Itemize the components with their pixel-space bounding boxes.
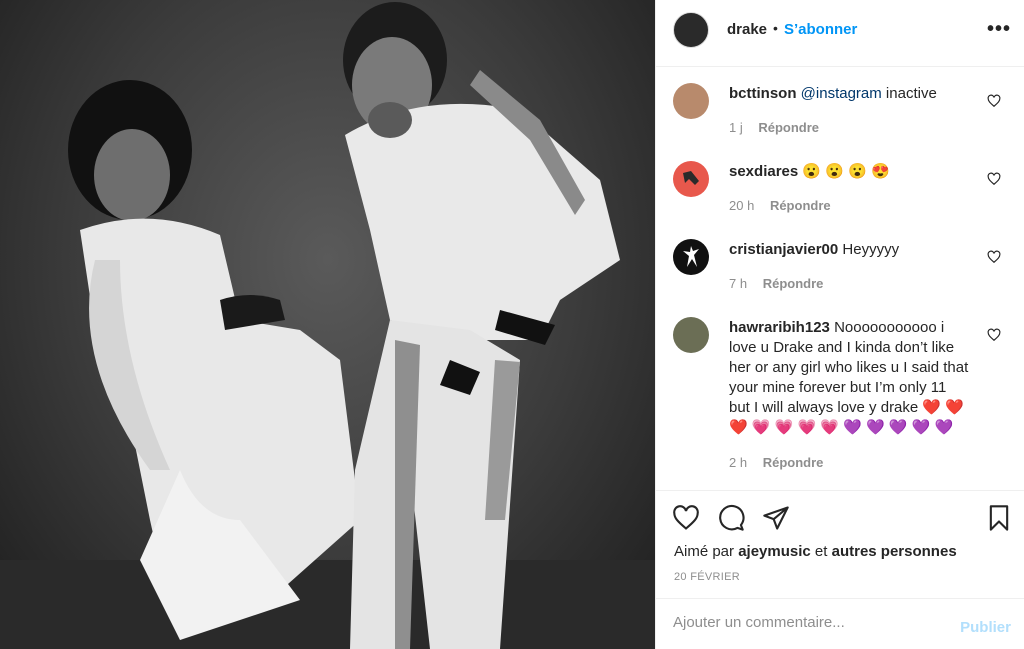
- author-avatar[interactable]: [673, 12, 709, 48]
- comment-body: hawraribih123 Nooooooooooo i love u Drak…: [729, 318, 969, 438]
- comment-meta: 2 h Répondre: [729, 455, 823, 470]
- comment-item: hawraribih123 Nooooooooooo i love u Drak…: [656, 302, 1024, 490]
- comment-text: inactive: [881, 85, 937, 102]
- comment-body: cristianjavier00 Heyyyyy: [729, 240, 969, 260]
- commenter-avatar[interactable]: [673, 161, 709, 197]
- reply-button[interactable]: Répondre: [763, 276, 824, 291]
- header-separator: •: [773, 20, 778, 36]
- commenter-avatar[interactable]: [673, 83, 709, 119]
- liked-by-others[interactable]: autres personnes: [832, 543, 957, 560]
- comment-item: sexdiares 😮 😮 😮 😍 20 h Répondre: [656, 146, 1024, 224]
- like-heart-icon[interactable]: [672, 504, 700, 532]
- add-comment-bar: Publier: [656, 598, 1024, 649]
- post-date[interactable]: 20 FÉVRIER: [674, 571, 740, 583]
- post-photo[interactable]: [0, 0, 655, 649]
- comment-item: cristianjavier00 Heyyyyy 7 h Répondre: [656, 224, 1024, 302]
- comment-meta: 1 j Répondre: [729, 120, 819, 135]
- share-paper-plane-icon[interactable]: [762, 504, 790, 532]
- comment-meta: 7 h Répondre: [729, 276, 823, 291]
- comment-time: 20 h: [729, 198, 755, 213]
- liked-by-connector: et: [810, 543, 832, 560]
- comment-body: sexdiares 😮 😮 😮 😍: [729, 162, 969, 182]
- liked-by-prefix: Aimé par: [674, 543, 739, 560]
- commenter-username[interactable]: sexdiares: [729, 163, 798, 180]
- comments-list[interactable]: bcttinson @instagram inactive 1 j Répond…: [656, 68, 1024, 490]
- commenter-avatar[interactable]: [673, 239, 709, 275]
- comment-mention[interactable]: @instagram: [801, 85, 882, 102]
- save-bookmark-icon[interactable]: [985, 504, 1013, 532]
- reply-button[interactable]: Répondre: [770, 198, 831, 213]
- comment-time: 2 h: [729, 455, 748, 470]
- comment-time: 7 h: [729, 276, 748, 291]
- post-actions: Aimé par ajeymusic et autres personnes 2…: [656, 490, 1024, 598]
- like-comment-heart-icon[interactable]: [987, 172, 1001, 186]
- author-username[interactable]: drake: [727, 21, 767, 38]
- post-header: drake • S’abonner •••: [656, 0, 1024, 67]
- post-side-panel: drake • S’abonner ••• bcttinson @instagr…: [655, 0, 1024, 649]
- reply-button[interactable]: Répondre: [763, 455, 824, 470]
- comment-body: bcttinson @instagram inactive: [729, 84, 969, 104]
- liked-by-username[interactable]: ajeymusic: [738, 543, 811, 560]
- commenter-username[interactable]: hawraribih123: [729, 319, 830, 336]
- comment-text: Heyyyyy: [842, 241, 900, 258]
- comment-input[interactable]: [673, 614, 943, 631]
- commenter-avatar[interactable]: [673, 317, 709, 353]
- like-comment-heart-icon[interactable]: [987, 250, 1001, 264]
- like-comment-heart-icon[interactable]: [987, 328, 1001, 342]
- comment-text: 😮 😮 😮 😍: [802, 163, 890, 180]
- comment-meta: 20 h Répondre: [729, 198, 831, 213]
- like-comment-heart-icon[interactable]: [987, 94, 1001, 108]
- more-options-icon[interactable]: •••: [987, 18, 1011, 41]
- comment-bubble-icon[interactable]: [717, 504, 745, 532]
- commenter-username[interactable]: cristianjavier00: [729, 241, 838, 258]
- commenter-username[interactable]: bcttinson: [729, 85, 797, 102]
- publish-button[interactable]: Publier: [960, 619, 1011, 636]
- photo-illustration: [0, 2, 655, 649]
- comment-time: 1 j: [729, 120, 743, 135]
- follow-button[interactable]: S’abonner: [784, 21, 857, 38]
- comment-text: Nooooooooooo i love u Drake and I kinda …: [729, 319, 969, 436]
- comment-item: bcttinson @instagram inactive 1 j Répond…: [656, 68, 1024, 146]
- liked-by-text: Aimé par ajeymusic et autres personnes: [674, 543, 957, 560]
- reply-button[interactable]: Répondre: [758, 120, 819, 135]
